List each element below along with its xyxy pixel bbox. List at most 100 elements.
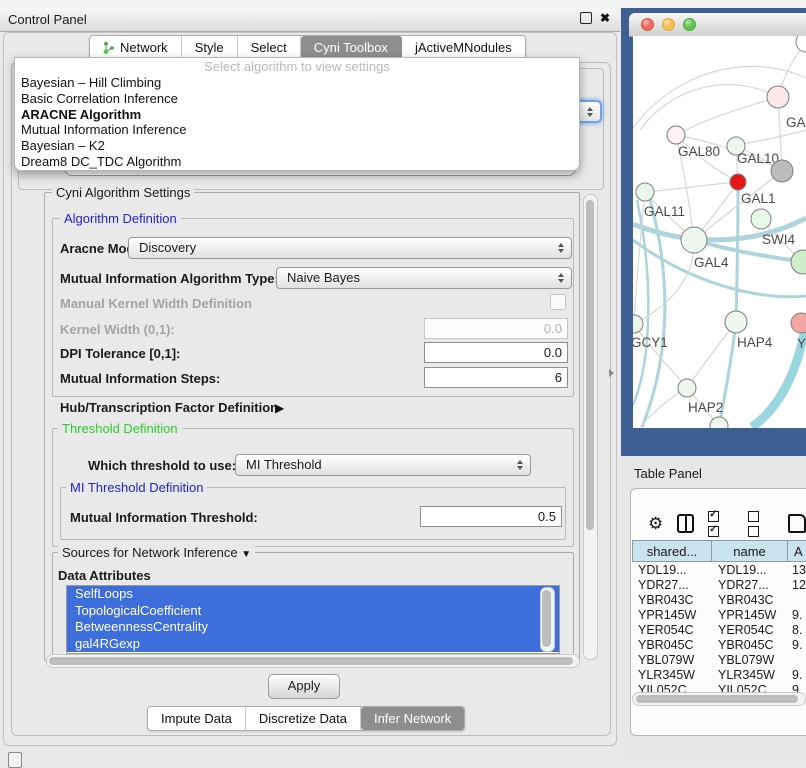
mi-type-combo[interactable]: Naive Bayes (276, 267, 572, 289)
mi-type-value: Naive Bayes (287, 270, 360, 285)
new-table-icon[interactable] (788, 514, 806, 533)
network-node[interactable] (767, 86, 789, 108)
data-attribute-item[interactable]: SelfLoops (67, 586, 559, 603)
hub-section-label[interactable]: Hub/Transcription Factor Definition (60, 400, 278, 415)
collapse-right-icon[interactable]: ▶ (275, 401, 284, 415)
columns-icon[interactable] (677, 514, 694, 533)
tab-impute-data[interactable]: Impute Data (148, 707, 246, 730)
dropdown-item[interactable]: Mutual Information Inference (15, 122, 579, 138)
data-attribute-item[interactable]: BetweennessCentrality (67, 619, 559, 636)
manual-kernel-checkbox[interactable] (550, 294, 566, 310)
tab-discretize-data[interactable]: Discretize Data (246, 707, 361, 730)
dropdown-item[interactable]: Basic Correlation Inference (15, 91, 579, 107)
network-node[interactable] (633, 315, 643, 333)
settings-vscroll-thumb[interactable] (586, 200, 594, 530)
select-all-columns-icon[interactable] (708, 508, 734, 538)
table-cell: YER054C (632, 623, 712, 637)
expand-down-icon[interactable]: ▼ (241, 549, 251, 560)
table-hscroll-thumb[interactable] (636, 695, 798, 703)
table-cell: YBR045C (632, 638, 712, 652)
zoom-window-icon[interactable] (683, 18, 696, 31)
tab-jactivemnodules[interactable]: jActiveMNodules (402, 36, 525, 59)
dpi-tolerance-input[interactable]: 0.0 (424, 342, 568, 363)
table-column-header[interactable]: name (712, 540, 788, 562)
node-label: GAL1 (741, 191, 776, 206)
table-row[interactable]: YIL052CYIL052C9 (632, 682, 806, 692)
deselect-all-columns-icon[interactable] (748, 508, 774, 538)
splitpane-handle-icon[interactable] (609, 369, 614, 377)
table-cell: YDR27... (632, 578, 712, 592)
attr-list-scroll-thumb[interactable] (542, 590, 551, 647)
mini-window-icon[interactable] (8, 752, 22, 768)
table-cell: YBR043C (632, 593, 712, 607)
which-threshold-value: MI Threshold (246, 457, 322, 472)
data-attribute-item[interactable]: TopologicalCoefficient (67, 603, 559, 620)
table-column-header[interactable]: shared... (632, 540, 712, 562)
network-node[interactable] (725, 311, 747, 333)
minimize-window-icon[interactable] (662, 18, 675, 31)
tab-infer-network[interactable]: Infer Network (361, 707, 464, 730)
float-window-icon[interactable] (580, 12, 592, 24)
table-cell: YIL052C (712, 683, 788, 693)
network-node[interactable] (636, 183, 654, 201)
table-row[interactable]: YLR345WYLR345W9. (632, 667, 806, 682)
table-body: YDL19...YDL19...13YDR27...YDR27...12YBR0… (632, 562, 806, 692)
network-node[interactable] (771, 160, 793, 182)
combo-arrows-icon (558, 273, 564, 283)
network-window-titlebar[interactable] (629, 13, 806, 37)
combo-arrows-icon (517, 460, 523, 470)
close-icon[interactable]: ✖ (600, 12, 610, 24)
network-node[interactable] (681, 227, 707, 253)
table-cell: YDL19... (712, 563, 788, 577)
mi-steps-input[interactable]: 6 (424, 367, 568, 388)
which-threshold-combo[interactable]: MI Threshold (235, 454, 531, 476)
dropdown-item[interactable]: Dream8 DC_TDC Algorithm (15, 154, 579, 170)
dropdown-item[interactable]: ARACNE Algorithm (15, 107, 579, 123)
data-attributes-list[interactable]: SelfLoopsTopologicalCoefficientBetweenne… (66, 585, 560, 654)
table-row[interactable]: YPR145WYPR145W9. (632, 607, 806, 622)
settings-hscroll-thumb[interactable] (49, 657, 573, 665)
dropdown-item[interactable]: Bayesian – Hill Climbing (15, 75, 579, 91)
network-node[interactable] (791, 313, 806, 333)
settings-hscrollbar[interactable] (46, 654, 580, 668)
data-attribute-item[interactable]: gal4RGexp (67, 636, 559, 653)
kernel-width-input[interactable]: 0.0 (424, 318, 568, 339)
table-row[interactable]: YDL19...YDL19...13 (632, 562, 806, 577)
aracne-mode-value: Discovery (139, 240, 196, 255)
table-row[interactable]: YBR043CYBR043C (632, 592, 806, 607)
table-hscrollbar[interactable] (632, 692, 806, 706)
settings-vscrollbar[interactable] (583, 194, 598, 660)
mi-threshold-def-title: MI Threshold Definition (66, 480, 207, 495)
table-row[interactable]: YBR045CYBR045C9. (632, 637, 806, 652)
tab-select[interactable]: Select (238, 36, 301, 59)
table-cell: YPR145W (632, 608, 712, 622)
table-cell: 8. (788, 623, 806, 637)
network-icon (103, 41, 115, 55)
network-node[interactable] (751, 209, 771, 229)
gear-icon[interactable]: ⚙ (648, 515, 663, 532)
tab-style[interactable]: Style (182, 36, 238, 59)
network-node[interactable] (796, 36, 806, 52)
network-node[interactable] (730, 174, 746, 190)
table-cell: 9. (788, 608, 806, 622)
mi-type-label: Mutual Information Algorithm Type: (60, 271, 279, 286)
tab-cyni-toolbox[interactable]: Cyni Toolbox (301, 36, 402, 59)
aracne-mode-combo[interactable]: Discovery (128, 237, 572, 259)
network-node[interactable] (667, 126, 685, 144)
network-canvas[interactable]: GALGAL80GAL10GAL1GAL11SWI4GAL4GCY1HAP4YH… (633, 36, 806, 428)
tab-label: Style (195, 40, 224, 55)
table-row[interactable]: YBL079WYBL079W (632, 652, 806, 667)
table-column-header[interactable]: A (788, 540, 806, 562)
dropdown-item[interactable]: Bayesian – K2 (15, 138, 579, 154)
attr-list-scrollbar[interactable] (540, 587, 555, 652)
tab-network[interactable]: Network (90, 36, 182, 59)
table-row[interactable]: YER054CYER054C8. (632, 622, 806, 637)
close-window-icon[interactable] (641, 18, 654, 31)
mi-threshold-input[interactable]: 0.5 (420, 506, 562, 527)
table-cell: YBR045C (712, 638, 788, 652)
table-row[interactable]: YDR27...YDR27...12 (632, 577, 806, 592)
apply-button[interactable]: Apply (268, 674, 340, 699)
network-node[interactable] (678, 379, 696, 397)
sources-title[interactable]: Sources for Network Inference ▼ (58, 545, 255, 562)
table-cell: YDR27... (712, 578, 788, 592)
